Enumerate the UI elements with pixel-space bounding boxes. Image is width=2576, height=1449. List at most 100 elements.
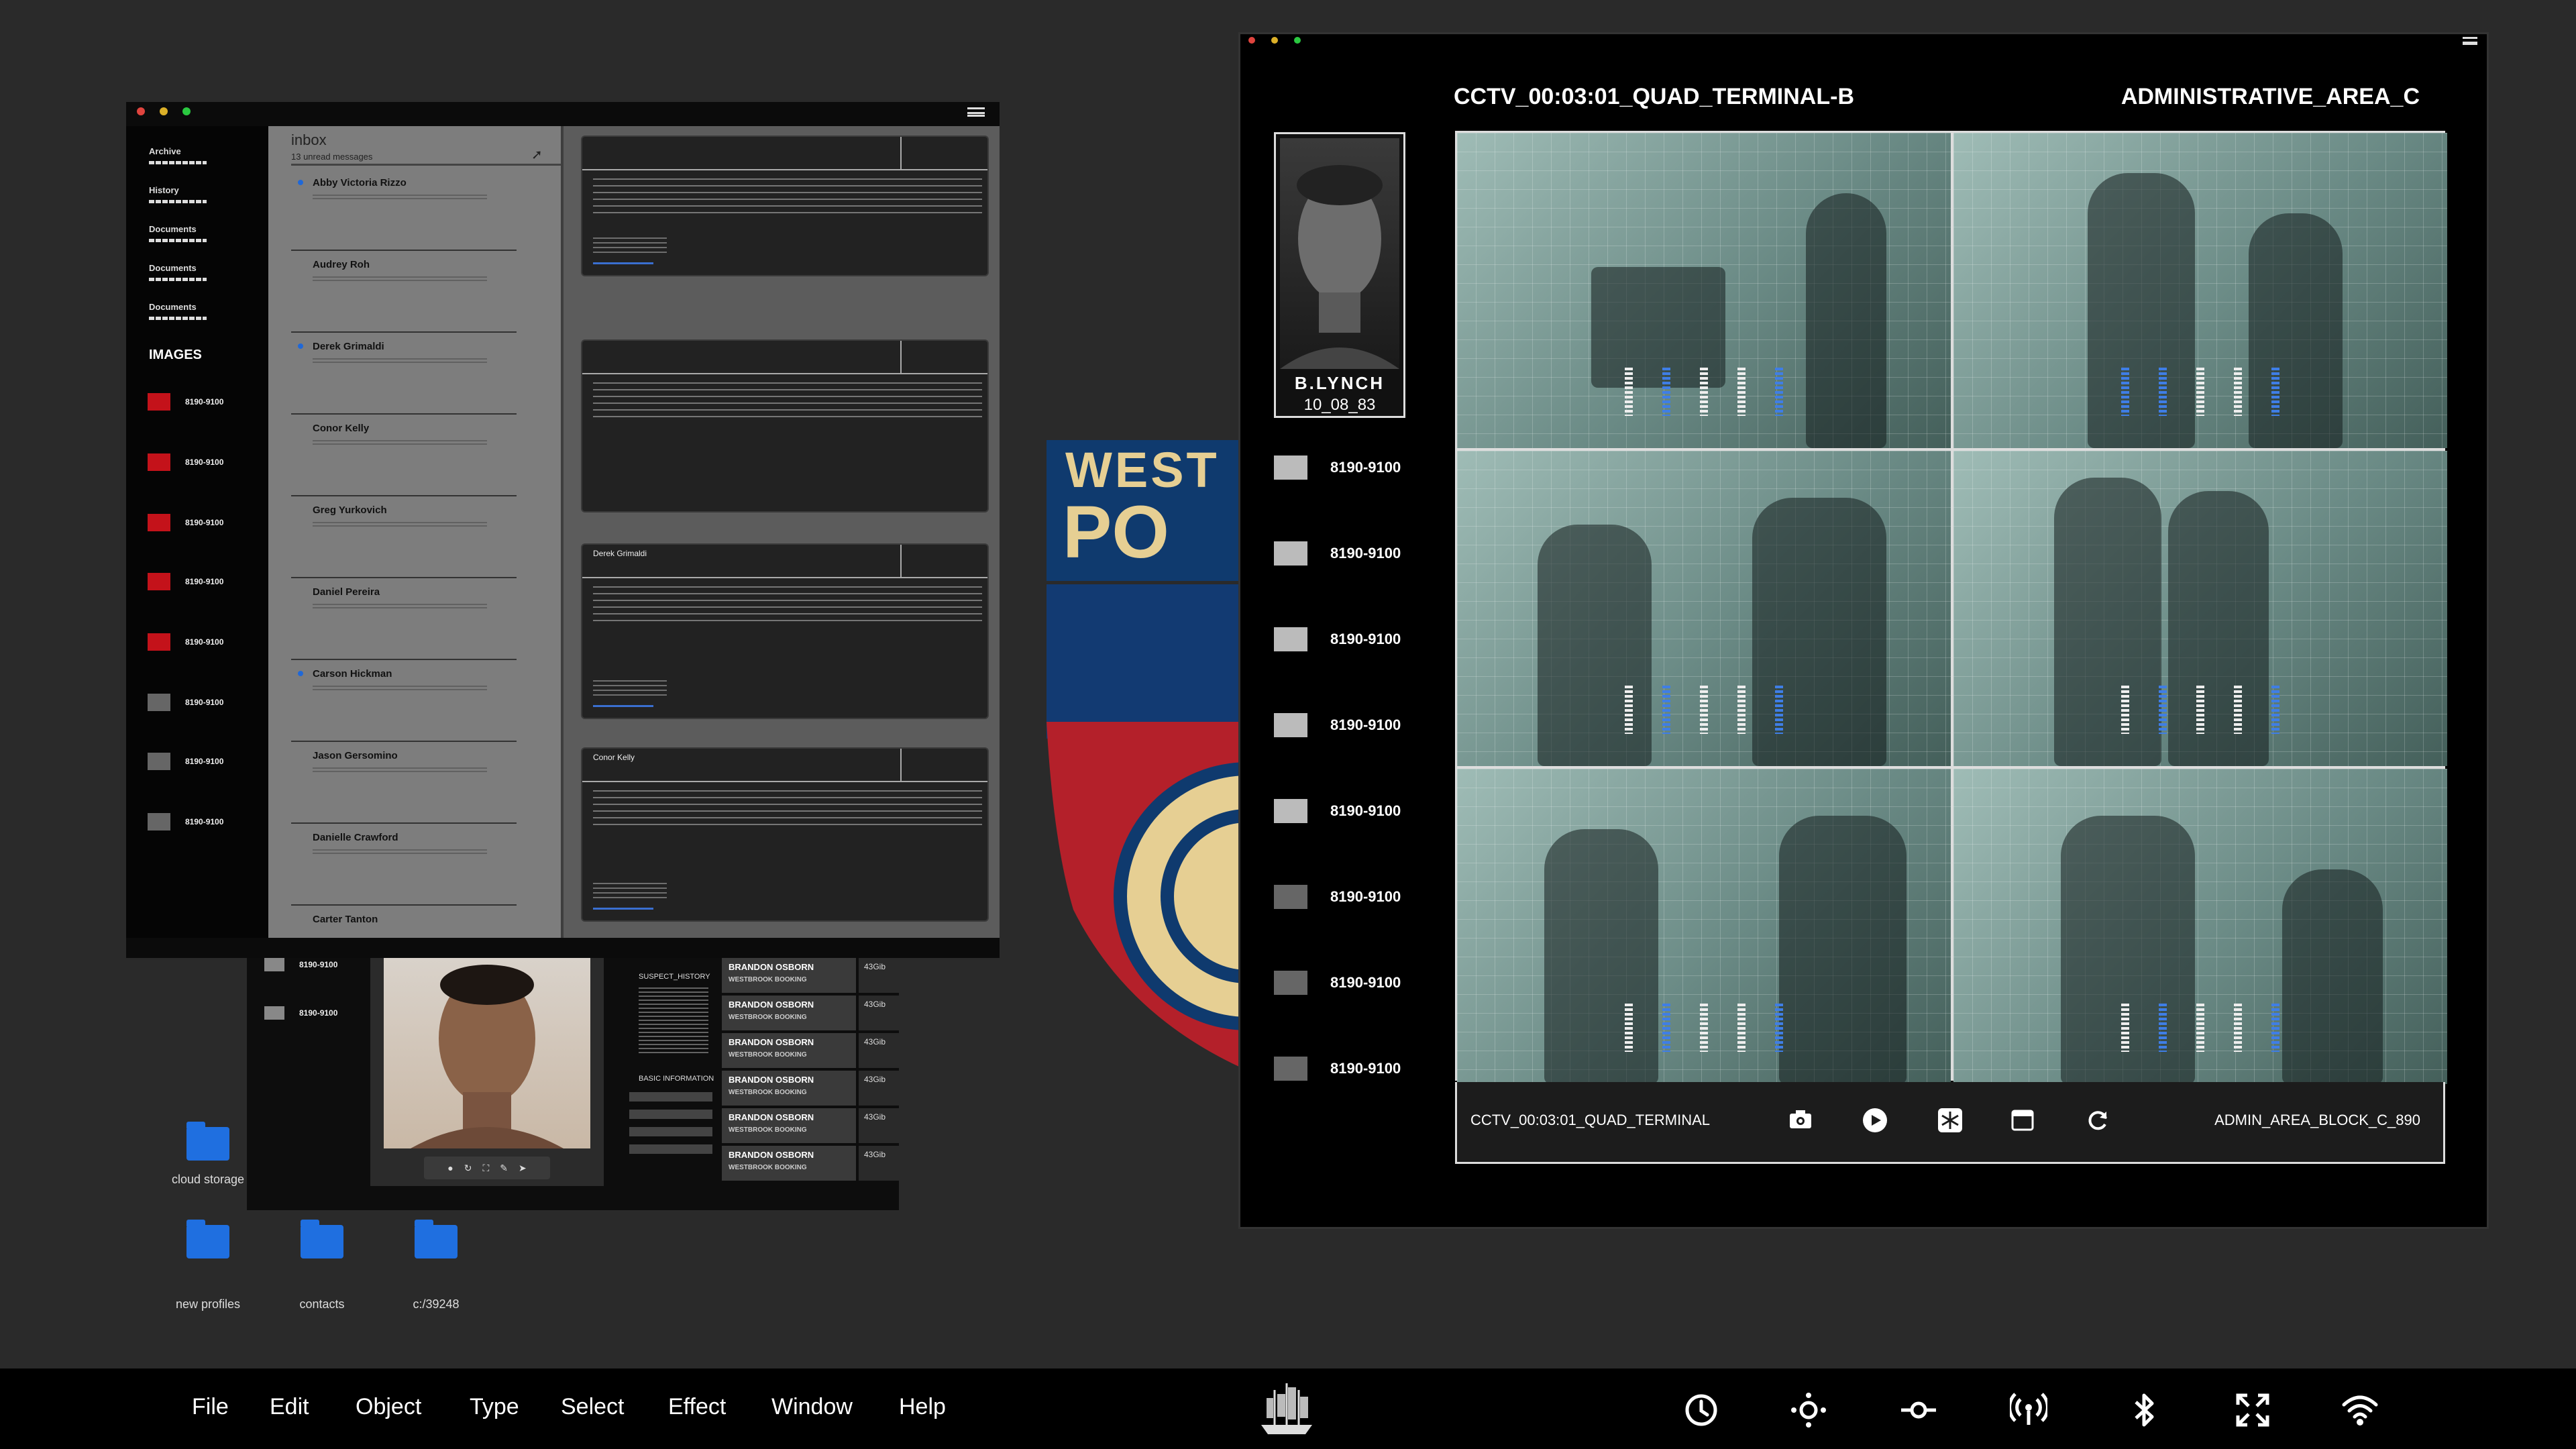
fullscreen-icon[interactable] <box>2234 1391 2271 1429</box>
suspect-card[interactable]: B.LYNCH 10_08_83 <box>1274 132 1405 418</box>
cctv-window: CCTV_00:03:01_QUAD_TERMINAL-B ADMINISTRA… <box>1238 32 2489 1229</box>
email-sender: Conor Kelly <box>593 753 635 762</box>
close-button[interactable] <box>1248 37 1255 44</box>
message-item[interactable]: Conor Kelly <box>291 415 517 496</box>
window-icon[interactable] <box>2011 1109 2034 1132</box>
profile-folder[interactable]: 8190-9100 <box>264 958 337 971</box>
camera-feed[interactable] <box>1953 451 2447 766</box>
email-signature <box>593 237 667 255</box>
image-folder[interactable]: 8190-9100 <box>148 514 223 531</box>
camera-folder[interactable]: 8190-9100 <box>1274 713 1401 737</box>
camera-feed[interactable] <box>1953 769 2447 1084</box>
camera-feed[interactable] <box>1457 133 1951 448</box>
play-icon[interactable]: ● <box>447 1163 453 1173</box>
image-folder[interactable]: 8190-9100 <box>148 694 223 711</box>
camera-icon[interactable] <box>1788 1109 1813 1130</box>
message-item[interactable]: Derek Grimaldi <box>291 333 517 415</box>
record-row[interactable]: BRANDON OSBORN WESTBROOK BOOKING 43Gib <box>722 958 899 993</box>
message-item[interactable]: Daniel Pereira <box>291 578 517 660</box>
message-item[interactable]: Carson Hickman <box>291 660 517 742</box>
sidebar-item-documents[interactable]: Documents <box>149 263 197 273</box>
menu-icon[interactable] <box>2463 37 2477 45</box>
menu-window[interactable]: Window <box>771 1394 853 1420</box>
camera-folder[interactable]: 8190-9100 <box>1274 541 1401 566</box>
minimize-button[interactable] <box>160 107 168 115</box>
camera-folder[interactable]: 8190-9100 <box>1274 455 1401 480</box>
edit-icon[interactable]: ✎ <box>500 1163 508 1174</box>
message-item[interactable]: Audrey Roh <box>291 251 517 333</box>
sidebar-item-documents[interactable]: Documents <box>149 302 197 312</box>
image-folder[interactable]: 8190-9100 <box>148 813 223 830</box>
ship-logo-icon[interactable] <box>1254 1378 1319 1440</box>
camera-folder[interactable]: 8190-9100 <box>1274 627 1401 651</box>
menu-object[interactable]: Object <box>356 1394 421 1420</box>
sidebar-item-history[interactable]: History <box>149 185 179 195</box>
feed-label: CCTV_00:03:01_QUAD_TERMINAL <box>1470 1112 1711 1128</box>
email-card[interactable]: Conor Kelly <box>581 747 989 922</box>
maximize-button[interactable] <box>182 107 191 115</box>
message-item[interactable]: Jason Gersomino <box>291 742 517 824</box>
clock-icon[interactable] <box>1682 1391 1720 1429</box>
desktop-folder-c-drive[interactable]: c:/39248 <box>382 1220 490 1311</box>
minimize-button[interactable] <box>1271 37 1278 44</box>
snowflake-icon[interactable] <box>1937 1108 1963 1133</box>
wifi-icon[interactable] <box>2341 1391 2379 1429</box>
email-link[interactable] <box>593 705 653 707</box>
camera-feed[interactable] <box>1457 769 1951 1084</box>
commit-icon[interactable] <box>1900 1391 1937 1429</box>
folder-label: 8190-9100 <box>1330 888 1401 905</box>
crop-icon[interactable]: ⛶ <box>482 1163 489 1174</box>
message-sender: Carter Tanton <box>313 914 378 925</box>
camera-feed[interactable] <box>1457 451 1951 766</box>
camera-feed[interactable] <box>1953 133 2447 448</box>
email-link[interactable] <box>593 908 653 910</box>
bluetooth-icon[interactable] <box>2125 1391 2163 1429</box>
camera-folder[interactable]: 8190-9100 <box>1274 971 1401 995</box>
record-row[interactable]: BRANDON OSBORN WESTBROOK BOOKING 43Gib <box>722 1071 899 1106</box>
record-row[interactable]: BRANDON OSBORN WESTBROOK BOOKING 43Gib <box>722 1146 899 1181</box>
email-card[interactable] <box>581 339 989 513</box>
suspect-name: B.LYNCH <box>1294 373 1385 393</box>
menu-file[interactable]: File <box>192 1394 229 1420</box>
message-item[interactable]: Carter Tanton <box>291 906 517 958</box>
menu-icon[interactable] <box>967 107 985 117</box>
email-link[interactable] <box>593 262 653 264</box>
desktop-folder-contacts[interactable]: contacts <box>268 1220 376 1311</box>
desktop-folder-new-profiles[interactable]: new profiles <box>154 1220 262 1311</box>
close-button[interactable] <box>137 107 145 115</box>
image-folder[interactable]: 8190-9100 <box>148 633 223 651</box>
sidebar-item-archive[interactable]: Archive <box>149 146 181 156</box>
record-row[interactable]: BRANDON OSBORN WESTBROOK BOOKING 43Gib <box>722 996 899 1030</box>
menu-help[interactable]: Help <box>899 1394 946 1420</box>
camera-folder[interactable]: 8190-9100 <box>1274 799 1401 823</box>
play-icon[interactable] <box>1862 1108 1888 1133</box>
folder-icon <box>148 694 170 711</box>
message-item[interactable]: Greg Yurkovich <box>291 496 517 578</box>
menu-type[interactable]: Type <box>470 1394 519 1420</box>
folder-icon <box>1274 1057 1307 1081</box>
network-nodes-icon[interactable] <box>1790 1391 1827 1429</box>
email-card[interactable]: Derek Grimaldi <box>581 543 989 719</box>
email-card[interactable] <box>581 136 989 276</box>
refresh-icon[interactable] <box>2085 1108 2110 1133</box>
refresh-icon[interactable]: ↻ <box>464 1163 472 1174</box>
profile-folder[interactable]: 8190-9100 <box>264 1006 337 1020</box>
broadcast-icon[interactable] <box>2008 1391 2049 1429</box>
image-folder[interactable]: 8190-9100 <box>148 453 223 471</box>
camera-folder[interactable]: 8190-9100 <box>1274 1057 1401 1081</box>
menu-edit[interactable]: Edit <box>270 1394 309 1420</box>
image-folder[interactable]: 8190-9100 <box>148 753 223 770</box>
desktop-folder-cloud-storage[interactable]: cloud storage <box>154 1122 262 1187</box>
send-icon[interactable]: ➤ <box>519 1163 527 1174</box>
image-folder[interactable]: 8190-9100 <box>148 393 223 411</box>
record-row[interactable]: BRANDON OSBORN WESTBROOK BOOKING 43Gib <box>722 1033 899 1068</box>
image-folder[interactable]: 8190-9100 <box>148 573 223 590</box>
record-row[interactable]: BRANDON OSBORN WESTBROOK BOOKING 43Gib <box>722 1108 899 1143</box>
sidebar-item-documents[interactable]: Documents <box>149 224 197 234</box>
message-item[interactable]: Danielle Crawford <box>291 824 517 906</box>
menu-select[interactable]: Select <box>561 1394 625 1420</box>
maximize-button[interactable] <box>1294 37 1301 44</box>
camera-folder[interactable]: 8190-9100 <box>1274 885 1401 909</box>
menu-effect[interactable]: Effect <box>668 1394 726 1420</box>
message-item[interactable]: Abby Victoria Rizzo <box>291 169 517 251</box>
